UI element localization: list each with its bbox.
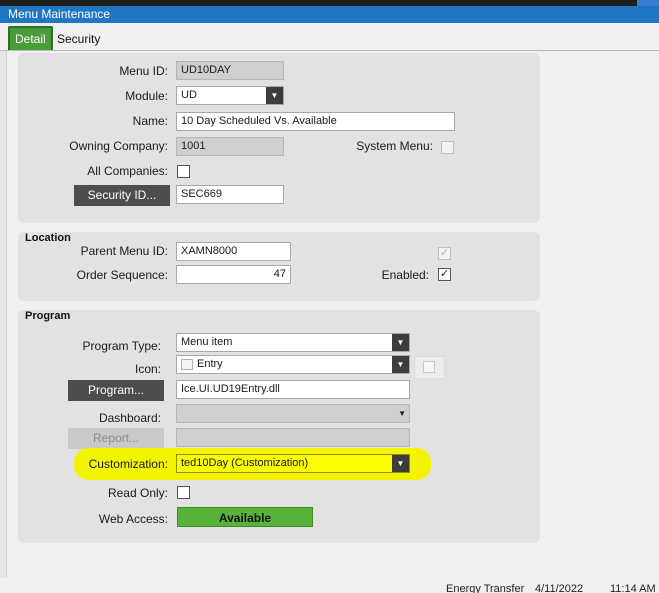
left-gutter [0, 51, 7, 593]
customization-dropdown[interactable]: ted10Day (Customization) ▼ [176, 454, 410, 473]
program-title: Program [25, 310, 71, 322]
module-dropdown[interactable]: UD ▼ [176, 86, 284, 105]
module-label: Module: [125, 89, 168, 103]
all-companies-checkbox[interactable] [177, 165, 190, 178]
dashboard-label: Dashboard: [98, 411, 161, 425]
tab-security[interactable]: Security [52, 28, 105, 52]
module-value: UD [181, 89, 197, 101]
menu-id-field[interactable]: UD10DAY [176, 61, 284, 80]
icon-label: Icon: [134, 362, 161, 376]
status-date: 4/11/2022 [535, 583, 584, 593]
security-id-field[interactable]: SEC669 [176, 185, 284, 204]
web-access-status-badge: Available [177, 507, 313, 527]
owning-company-field[interactable]: 1001 [176, 137, 284, 156]
owning-company-label: Owning Company: [69, 139, 168, 153]
order-sequence-field[interactable]: 47 [176, 265, 291, 284]
name-label: Name: [132, 114, 168, 128]
status-bar: Energy Transfer 4/11/2022 11:14 AM [0, 578, 659, 593]
tab-bar: Detail Security [0, 23, 659, 51]
program-type-value: Menu item [181, 336, 233, 348]
chevron-down-icon[interactable]: ▼ [392, 334, 409, 351]
program-type-label: Program Type: [82, 339, 161, 353]
chevron-down-icon[interactable]: ▼ [398, 405, 406, 422]
program-button[interactable]: Program... [68, 380, 164, 401]
order-sequence-label: Order Sequence: [76, 268, 168, 282]
all-companies-label: All Companies: [87, 164, 168, 178]
parent-menu-checkbox-icon: ✓ [438, 247, 451, 260]
dashboard-dropdown[interactable]: ▼ [176, 404, 410, 423]
read-only-label: Read Only: [107, 486, 168, 500]
location-title: Location [25, 232, 71, 244]
system-menu-label: System Menu: [356, 139, 433, 153]
icon-dropdown[interactable]: Entry ▼ [176, 355, 410, 374]
chevron-down-icon[interactable]: ▼ [266, 87, 283, 104]
program-type-dropdown[interactable]: Menu item ▼ [176, 333, 410, 352]
tab-detail[interactable]: Detail [8, 26, 53, 50]
window-title: Menu Maintenance [0, 6, 659, 23]
security-id-button[interactable]: Security ID... [74, 185, 170, 206]
status-time: 11:14 AM [610, 583, 656, 593]
tab-divider [0, 50, 659, 51]
menu-id-label: Menu ID: [119, 64, 168, 78]
parent-menu-id-field[interactable]: XAMN8000 [176, 242, 291, 261]
web-access-label: Web Access: [98, 512, 168, 526]
enabled-label: Enabled: [381, 268, 429, 282]
system-menu-checkbox[interactable] [441, 141, 454, 154]
status-company: Energy Transfer [446, 583, 525, 593]
report-button[interactable]: Report... [68, 428, 164, 449]
chevron-down-icon[interactable]: ▼ [392, 455, 409, 472]
chevron-down-icon[interactable]: ▼ [392, 356, 409, 373]
entry-icon [181, 359, 193, 370]
enabled-checkbox[interactable]: ✓ [438, 268, 451, 281]
name-field[interactable]: 10 Day Scheduled Vs. Available [176, 112, 455, 131]
grid-icon [423, 361, 435, 373]
parent-menu-id-label: Parent Menu ID: [80, 244, 168, 258]
customization-value: ted10Day (Customization) [181, 457, 309, 469]
customization-label: Customization: [88, 457, 168, 471]
icon-picker-button[interactable] [414, 356, 445, 379]
program-field[interactable]: Ice.UI.UD19Entry.dll [176, 380, 410, 399]
icon-value: Entry [197, 358, 223, 370]
read-only-checkbox[interactable] [177, 486, 190, 499]
report-field[interactable] [176, 428, 410, 447]
